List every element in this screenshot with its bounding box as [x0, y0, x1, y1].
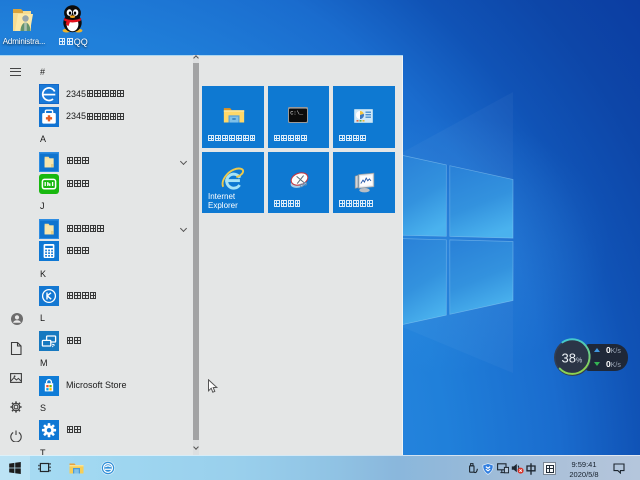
svg-text:C:\_: C:\_ — [290, 110, 304, 116]
svg-text:38: 38 — [562, 351, 576, 366]
svg-text:%: % — [576, 358, 582, 365]
